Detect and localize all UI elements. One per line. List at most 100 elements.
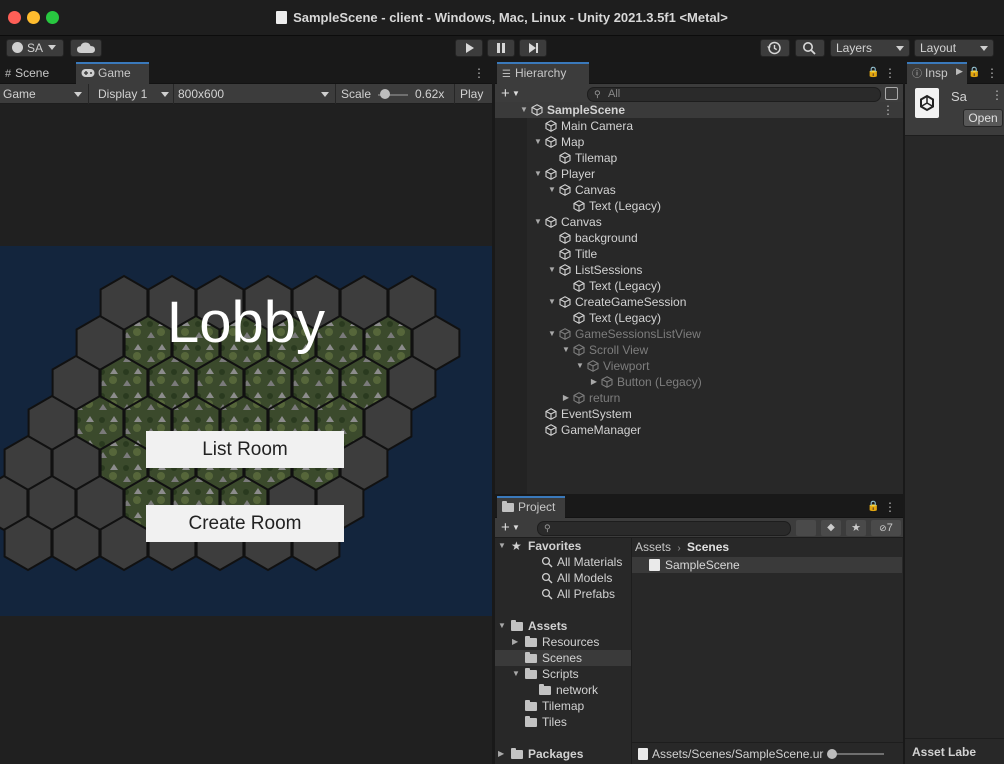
- hierarchy-item[interactable]: EventSystem: [495, 406, 904, 422]
- project-search-input[interactable]: ⚲: [537, 521, 791, 536]
- list-room-button[interactable]: List Room: [146, 431, 344, 468]
- create-object-button[interactable]: + ▼: [501, 85, 520, 103]
- hierarchy-item[interactable]: ▼ GameSessionsListView: [495, 326, 904, 342]
- tab-hierarchy[interactable]: ☰ Hierarchy: [497, 62, 589, 84]
- hierarchy-search-input[interactable]: ⚲ All: [587, 87, 881, 102]
- project-tree-item[interactable]: All Materials: [495, 554, 631, 570]
- layout-dropdown[interactable]: Layout: [914, 39, 994, 57]
- project-tree-item[interactable]: All Models: [495, 570, 631, 586]
- vertical-splitter[interactable]: [492, 62, 495, 764]
- hierarchy-item[interactable]: ▼ ListSessions: [495, 262, 904, 278]
- search-by-type-icon[interactable]: [796, 520, 816, 536]
- hidden-packages-button[interactable]: ⊘7: [871, 520, 901, 536]
- hierarchy-item[interactable]: ▼ CreateGameSession: [495, 294, 904, 310]
- project-tree-item[interactable]: ▼ Assets: [495, 618, 631, 634]
- icon-size-slider-handle[interactable]: [827, 749, 837, 759]
- expand-arrow-down-icon[interactable]: ▼: [547, 182, 557, 198]
- tab-project[interactable]: Project: [497, 496, 565, 518]
- more-options-icon[interactable]: ⋮: [882, 102, 894, 118]
- lock-icon[interactable]: 🔒: [968, 66, 980, 80]
- project-tree-item[interactable]: ▼ Scripts: [495, 666, 631, 682]
- project-tree-item[interactable]: Tiles: [495, 714, 631, 730]
- more-options-icon[interactable]: ⋮: [991, 88, 1003, 102]
- hierarchy-item[interactable]: Text (Legacy): [495, 278, 904, 294]
- expand-arrow-down-icon[interactable]: ▼: [533, 166, 543, 182]
- project-tree-item[interactable]: network: [495, 682, 631, 698]
- project-tree-item[interactable]: Tilemap: [495, 698, 631, 714]
- hierarchy-item[interactable]: ▼ Scroll View: [495, 342, 904, 358]
- hierarchy-item[interactable]: Title: [495, 246, 904, 262]
- project-tabbar: Project 🔒 ⋮: [495, 496, 904, 518]
- hierarchy-item[interactable]: Main Camera: [495, 118, 904, 134]
- expand-arrow-down-icon[interactable]: ▼: [519, 102, 529, 118]
- expand-arrow-right-icon[interactable]: ▶: [512, 634, 518, 650]
- chevron-right-icon[interactable]: ▶: [956, 66, 963, 77]
- expand-arrow-down-icon[interactable]: ▼: [533, 134, 543, 150]
- hierarchy-item[interactable]: Tilemap: [495, 150, 904, 166]
- hierarchy-item[interactable]: ▼ Map: [495, 134, 904, 150]
- hierarchy-item[interactable]: Text (Legacy): [495, 310, 904, 326]
- hierarchy-item[interactable]: ▼ Player: [495, 166, 904, 182]
- hierarchy-scene-row[interactable]: ▼ SampleScene ⋮: [495, 102, 904, 118]
- step-button[interactable]: [519, 39, 547, 57]
- expand-arrow-down-icon[interactable]: ▼: [512, 666, 520, 682]
- expand-arrow-down-icon[interactable]: ▼: [547, 262, 557, 278]
- hierarchy-item[interactable]: ▶ return: [495, 390, 904, 406]
- pause-button[interactable]: [487, 39, 515, 57]
- expand-arrow-down-icon[interactable]: ▼: [533, 214, 543, 230]
- cloud-button[interactable]: [70, 39, 102, 57]
- more-options-icon[interactable]: ⋮: [986, 66, 998, 80]
- scene-visibility-icon[interactable]: [885, 87, 898, 100]
- expand-arrow-right-icon[interactable]: ▶: [561, 390, 571, 406]
- lock-icon[interactable]: 🔒: [867, 500, 879, 514]
- account-dropdown[interactable]: SA: [6, 39, 64, 57]
- search-by-label-icon[interactable]: ◆: [821, 520, 841, 536]
- breadcrumb-assets[interactable]: Assets: [635, 540, 671, 554]
- gameobject-cube-icon: [573, 344, 585, 356]
- project-tree-item[interactable]: ▶ Packages: [495, 746, 631, 762]
- create-room-button[interactable]: Create Room: [146, 505, 344, 542]
- expand-arrow-down-icon[interactable]: ▼: [575, 358, 585, 374]
- breadcrumb-scenes[interactable]: Scenes: [687, 540, 729, 554]
- create-asset-button[interactable]: + ▼: [501, 519, 520, 537]
- icon-size-slider-track[interactable]: [830, 753, 884, 755]
- project-tree-item[interactable]: Scenes: [495, 650, 631, 666]
- expand-arrow-down-icon[interactable]: ▼: [547, 326, 557, 342]
- expand-arrow-right-icon[interactable]: ▶: [589, 374, 599, 390]
- hierarchy-item[interactable]: ▼ Canvas: [495, 214, 904, 230]
- expand-arrow-down-icon[interactable]: ▼: [498, 538, 506, 554]
- search-button[interactable]: [795, 39, 825, 57]
- tab-game[interactable]: Game: [76, 62, 149, 84]
- resolution-dropdown[interactable]: 800x600: [175, 84, 335, 104]
- favorite-star-icon[interactable]: ★: [846, 520, 866, 536]
- more-options-icon[interactable]: ⋮: [884, 500, 896, 514]
- layers-dropdown[interactable]: Layers: [830, 39, 910, 57]
- hierarchy-item[interactable]: ▼ Viewport: [495, 358, 904, 374]
- expand-arrow-down-icon[interactable]: ▼: [547, 294, 557, 310]
- hierarchy-item[interactable]: ▶ Button (Legacy): [495, 374, 904, 390]
- vertical-splitter[interactable]: [903, 62, 905, 764]
- lock-icon[interactable]: 🔒: [867, 66, 879, 80]
- hierarchy-item[interactable]: GameManager: [495, 422, 904, 438]
- history-button[interactable]: [760, 39, 790, 57]
- hierarchy-item[interactable]: background: [495, 230, 904, 246]
- hierarchy-item[interactable]: ▼ Canvas: [495, 182, 904, 198]
- asset-item-samplescene[interactable]: SampleScene: [632, 557, 902, 573]
- play-focused-dropdown[interactable]: Play F: [457, 84, 493, 104]
- open-asset-button[interactable]: Open: [963, 109, 1003, 127]
- expand-arrow-right-icon[interactable]: ▶: [498, 746, 504, 762]
- project-tree-item[interactable]: All Prefabs: [495, 586, 631, 602]
- expand-arrow-down-icon[interactable]: ▼: [561, 342, 571, 358]
- scale-slider-handle[interactable]: [380, 89, 390, 99]
- project-tree-item[interactable]: ▼ ★ Favorites: [495, 538, 631, 554]
- horizontal-splitter[interactable]: [495, 494, 904, 496]
- tab-scene-label: Scene: [15, 66, 50, 80]
- expand-arrow-down-icon[interactable]: ▼: [498, 618, 506, 634]
- hierarchy-item[interactable]: Text (Legacy): [495, 198, 904, 214]
- more-options-icon[interactable]: ⋮: [884, 66, 896, 80]
- project-tree-item[interactable]: ▶ Resources: [495, 634, 631, 650]
- unity-scene-icon: [531, 104, 543, 116]
- more-options-icon[interactable]: ⋮: [473, 66, 485, 80]
- tab-scene[interactable]: # Scene: [0, 62, 55, 84]
- play-button[interactable]: [455, 39, 483, 57]
